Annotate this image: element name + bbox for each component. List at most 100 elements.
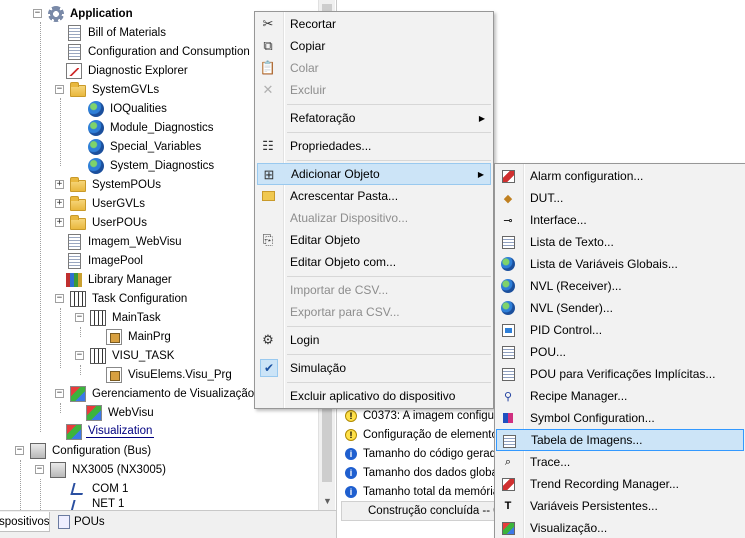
- tree-item-module-diagnostics[interactable]: Module_Diagnostics: [88, 118, 216, 137]
- tab-pous[interactable]: POUs: [54, 512, 109, 532]
- message-row[interactable]: i Tamanho do código gerado: [345, 444, 502, 463]
- expand-toggle[interactable]: +: [55, 199, 64, 208]
- tree-item-bill-of-materials[interactable]: Bill of Materials: [66, 23, 168, 42]
- menu-item-excluir[interactable]: ✕ Excluir: [257, 79, 491, 101]
- submenu-item-visualizacao[interactable]: Visualização...: [496, 517, 744, 538]
- device-icon: [50, 461, 66, 478]
- tree-item-imagem-webvisu[interactable]: Imagem_WebVisu: [66, 232, 184, 251]
- persistent-variables-icon: T: [504, 500, 512, 512]
- collapse-toggle[interactable]: −: [55, 85, 64, 94]
- tree-item-diagnostic-explorer[interactable]: Diagnostic Explorer: [66, 61, 190, 80]
- tree-item-system-diagnostics[interactable]: System_Diagnostics: [88, 156, 216, 175]
- menu-item-login[interactable]: ⚙ Login: [257, 329, 491, 351]
- submenu-item-pou[interactable]: POU...: [496, 341, 744, 363]
- tree-item-userpous[interactable]: + UserPOUs: [50, 213, 149, 232]
- submenu-item-trend-recording-manager[interactable]: Trend Recording Manager...: [496, 473, 744, 495]
- menu-item-refatoracao[interactable]: Refatoração ▶: [257, 107, 491, 129]
- submenu-item-dut[interactable]: ◆ DUT...: [496, 187, 744, 209]
- menu-item-atualizar-dispositivo[interactable]: Atualizar Dispositivo...: [257, 207, 491, 229]
- trend-icon: [500, 476, 516, 492]
- submenu-item-variaveis-persistentes[interactable]: T Variáveis Persistentes...: [496, 495, 744, 517]
- collapse-toggle[interactable]: −: [75, 313, 84, 322]
- build-status: Construção concluída -- 0 e: [341, 501, 501, 521]
- tree-item-imagepool[interactable]: ImagePool: [66, 251, 145, 270]
- submenu-item-recipe-manager[interactable]: ⚲ Recipe Manager...: [496, 385, 744, 407]
- collapse-toggle[interactable]: −: [35, 465, 44, 474]
- collapse-toggle[interactable]: −: [33, 9, 42, 18]
- submenu-item-tabela-de-imagens[interactable]: Tabela de Imagens...: [496, 429, 744, 451]
- tree-item-mainprg[interactable]: MainPrg: [106, 327, 173, 346]
- image-table-icon: [501, 433, 517, 449]
- menu-item-recortar[interactable]: ✂ Recortar: [257, 13, 491, 35]
- menu-item-excluir-aplicativo[interactable]: Excluir aplicativo do dispositivo: [257, 385, 491, 407]
- tree-item-maintask[interactable]: − MainTask: [70, 308, 163, 327]
- menu-item-editar-objeto-com[interactable]: Editar Objeto com...: [257, 251, 491, 273]
- tree-item-configuration-bus[interactable]: − Configuration (Bus): [10, 441, 153, 460]
- tree-item-label: Configuration (Bus): [52, 444, 152, 457]
- tree-item-visualization[interactable]: Visualization: [66, 422, 155, 441]
- expand-toggle[interactable]: +: [55, 180, 64, 189]
- message-row[interactable]: ! Configuração de elemento: [345, 425, 498, 444]
- submenu-item-interface[interactable]: ⊸ Interface...: [496, 209, 744, 231]
- collapse-toggle[interactable]: −: [55, 389, 64, 398]
- submenu-item-pou-verificacoes[interactable]: POU para Verificações Implícitas...: [496, 363, 744, 385]
- submenu-item-symbol-configuration[interactable]: Symbol Configuration...: [496, 407, 744, 429]
- tree-item-label: SystemPOUs: [92, 178, 162, 191]
- collapse-toggle[interactable]: −: [75, 351, 84, 360]
- tree-item-label: VISU_TASK: [112, 349, 175, 362]
- submenu-item-nvl-receiver[interactable]: NVL (Receiver)...: [496, 275, 744, 297]
- tree-item-label: COM 1: [92, 482, 129, 495]
- menu-separator: [287, 326, 491, 327]
- submenu-item-alarm-configuration[interactable]: Alarm configuration...: [496, 165, 744, 187]
- submenu-item-trace[interactable]: ⌕ Trace...: [496, 451, 744, 473]
- tree-item-visu-task[interactable]: − VISU_TASK: [70, 346, 176, 365]
- globe-icon: [88, 157, 104, 174]
- tree-item-ioqualities[interactable]: IOQualities: [88, 99, 169, 118]
- tree-item-label: MainTask: [112, 311, 161, 324]
- menu-separator: [287, 382, 491, 383]
- menu-item-exportar-csv[interactable]: Exportar para CSV...: [257, 301, 491, 323]
- tree-item-webvisu[interactable]: WebVisu: [86, 403, 156, 422]
- message-row[interactable]: i Tamanho total da memória: [345, 482, 499, 501]
- expand-toggle[interactable]: +: [55, 218, 64, 227]
- menu-item-importar-csv[interactable]: Importar de CSV...: [257, 279, 491, 301]
- tree-item-systemgvls[interactable]: − SystemGVLs: [50, 80, 161, 99]
- pou-icon: [500, 344, 516, 360]
- menu-item-adicionar-objeto[interactable]: ⊞ Adicionar Objeto ▶: [257, 163, 491, 185]
- tree-item-application[interactable]: − Application: [30, 4, 135, 23]
- tree-item-library-manager[interactable]: Library Manager: [66, 270, 174, 289]
- submenu-item-lista-de-texto[interactable]: Lista de Texto...: [496, 231, 744, 253]
- message-row[interactable]: i Tamanho dos dados globai: [345, 463, 500, 482]
- submenu-item-pid-control[interactable]: PID Control...: [496, 319, 744, 341]
- submenu-item-lista-de-variaveis-globais[interactable]: Lista de Variáveis Globais...: [496, 253, 744, 275]
- scroll-down-arrow-icon[interactable]: ▼: [323, 496, 332, 506]
- scissors-icon: ✂: [262, 16, 274, 31]
- menu-item-label: Acrescentar Pasta...: [290, 189, 399, 203]
- menu-item-copiar[interactable]: ⧉ Copiar: [257, 35, 491, 57]
- tree-item-com1[interactable]: COM 1: [70, 479, 130, 498]
- collapse-toggle[interactable]: −: [55, 294, 64, 303]
- menu-item-colar[interactable]: 📋 Colar: [257, 57, 491, 79]
- menu-item-acrescentar-pasta[interactable]: Acrescentar Pasta...: [257, 185, 491, 207]
- menu-item-simulacao[interactable]: ✔ Simulação: [257, 357, 491, 379]
- collapse-toggle[interactable]: −: [15, 446, 24, 455]
- tree-item-nx3005[interactable]: − NX3005 (NX3005): [30, 460, 168, 479]
- program-icon: [106, 366, 122, 383]
- tree-item-special-variables[interactable]: Special_Variables: [88, 137, 203, 156]
- submenu-item-nvl-sender[interactable]: NVL (Sender)...: [496, 297, 744, 319]
- menu-item-propriedades[interactable]: ☷ Propriedades...: [257, 135, 491, 157]
- submenu-arrow-icon: ▶: [478, 113, 485, 123]
- visualization-icon: [500, 520, 516, 536]
- tree-item-configuration-and-consumption[interactable]: Configuration and Consumption: [66, 42, 252, 61]
- tree-item-gerenciamento-de-visualizacao[interactable]: − Gerenciamento de Visualização: [50, 384, 256, 403]
- menu-item-editar-objeto[interactable]: ⎘ Editar Objeto: [257, 229, 491, 251]
- tree-item-label: Special_Variables: [110, 140, 202, 153]
- tree-item-label: WebVisu: [108, 406, 154, 419]
- tree-item-task-configuration[interactable]: − Task Configuration: [50, 289, 189, 308]
- tree-item-visuelems-visu-prg[interactable]: VisuElems.Visu_Prg: [106, 365, 234, 384]
- tree-item-systempous[interactable]: + SystemPOUs: [50, 175, 163, 194]
- tab-label: POUs: [74, 516, 105, 528]
- tree-item-net1[interactable]: NET 1: [70, 498, 126, 510]
- tab-dispositivos[interactable]: spositivos: [0, 512, 50, 532]
- tree-item-usergvls[interactable]: + UserGVLs: [50, 194, 147, 213]
